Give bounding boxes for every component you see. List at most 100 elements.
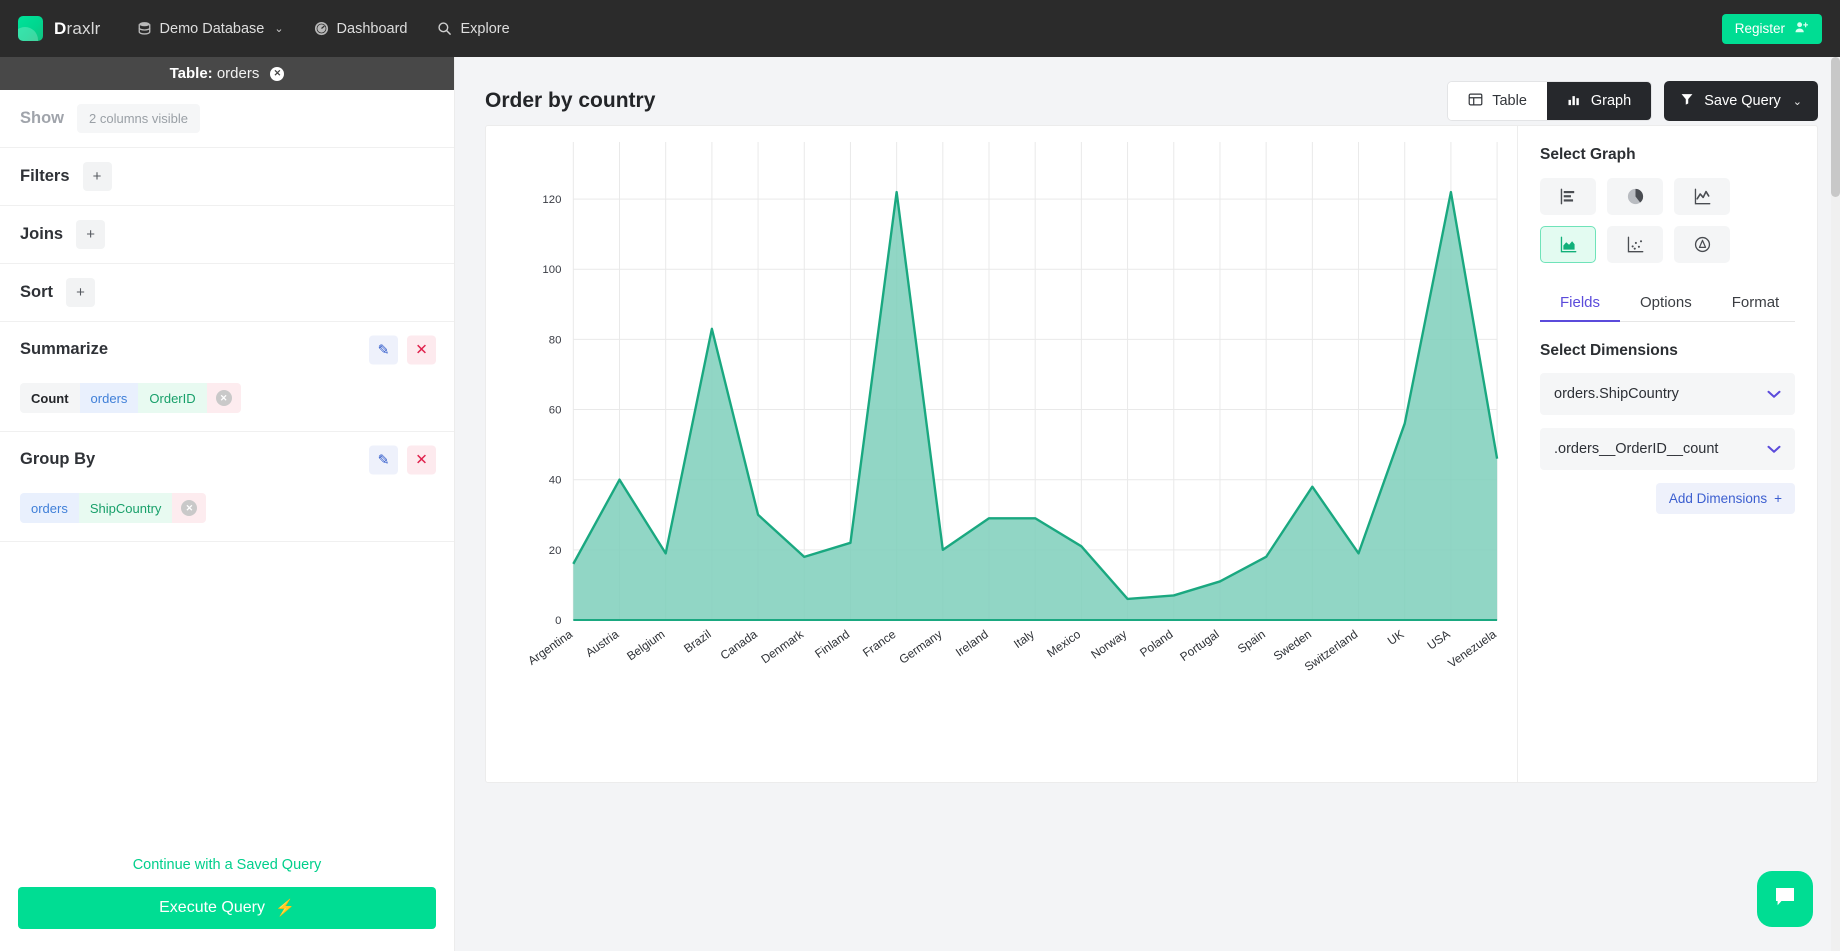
scrollbar-thumb[interactable] xyxy=(1831,57,1840,197)
app-root: Draxlr Demo Database ⌄ Dashboard Explore… xyxy=(0,0,1840,951)
svg-text:80: 80 xyxy=(549,334,562,346)
svg-text:USA: USA xyxy=(1425,627,1453,653)
tab-fields[interactable]: Fields xyxy=(1540,285,1621,322)
show-label: Show xyxy=(20,109,64,127)
radial-chart-icon[interactable] xyxy=(1674,226,1730,263)
dashboard-label: Dashboard xyxy=(336,20,408,37)
section-group-by: Group By ✎ ✕ xyxy=(0,432,454,487)
chat-widget-button[interactable] xyxy=(1757,871,1813,927)
summarize-actions: ✎ ✕ xyxy=(369,335,436,364)
database-selector[interactable]: Demo Database ⌄ xyxy=(137,21,284,37)
tab-format[interactable]: Format xyxy=(1712,285,1800,322)
main-content: Order by country Table Graph Save Query … xyxy=(455,57,1840,951)
dimension-1-value: orders.ShipCountry xyxy=(1554,386,1679,402)
nav-dashboard[interactable]: Dashboard xyxy=(314,20,408,37)
svg-text:Venezuela: Venezuela xyxy=(1445,627,1499,671)
execute-query-button[interactable]: Execute Query ⚡ xyxy=(18,887,436,929)
chevron-down-icon: ⌄ xyxy=(1792,95,1802,108)
database-label: Demo Database xyxy=(159,20,265,37)
edit-summarize-button[interactable]: ✎ xyxy=(369,335,398,364)
explore-label: Explore xyxy=(460,20,510,37)
dimension-select-2[interactable]: .orders__OrderID__count xyxy=(1540,428,1795,470)
svg-text:Denmark: Denmark xyxy=(758,627,806,666)
main-header-actions: Table Graph Save Query ⌄ xyxy=(1447,81,1818,121)
brand-name: Draxlr xyxy=(54,18,101,38)
group-by-label: Group By xyxy=(20,450,96,468)
svg-text:Portugal: Portugal xyxy=(1177,627,1221,664)
chat-bubble-icon xyxy=(1771,883,1799,916)
pie-chart-icon[interactable] xyxy=(1607,178,1663,215)
chevron-down-icon xyxy=(1767,442,1781,457)
bar-chart-icon xyxy=(1567,92,1582,111)
save-query-button[interactable]: Save Query ⌄ xyxy=(1664,81,1818,121)
register-button[interactable]: Register xyxy=(1721,13,1822,44)
continue-saved-query-link[interactable]: Continue with a Saved Query xyxy=(18,857,436,873)
draxlr-logo-icon xyxy=(18,16,43,41)
settings-tabs: Fields Options Format xyxy=(1540,285,1795,322)
chevron-down-icon: ⌄ xyxy=(274,23,284,35)
area-chart: 0 20 40 60 80 100 120 Argentina Austria Belgium Br… xyxy=(525,142,1499,674)
plus-icon: + xyxy=(1774,491,1782,506)
section-filters: Filters + xyxy=(0,148,454,206)
summarize-table: orders xyxy=(79,383,139,413)
area-chart-icon[interactable] xyxy=(1540,226,1596,263)
funnel-icon xyxy=(1680,92,1694,110)
view-table-button[interactable]: Table xyxy=(1448,82,1547,120)
page-title: Order by country xyxy=(485,89,656,112)
dimension-select-1[interactable]: orders.ShipCountry xyxy=(1540,373,1795,415)
svg-text:Italy: Italy xyxy=(1011,627,1037,651)
line-chart-icon[interactable] xyxy=(1674,178,1730,215)
filters-label: Filters xyxy=(20,167,70,185)
page-scrollbar[interactable] xyxy=(1831,57,1840,951)
view-graph-label: Graph xyxy=(1590,93,1632,109)
top-navigation-bar: Draxlr Demo Database ⌄ Dashboard Explore… xyxy=(0,0,1840,57)
database-icon xyxy=(137,21,152,36)
delete-summarize-button[interactable]: ✕ xyxy=(407,335,436,364)
sort-label: Sort xyxy=(20,283,53,301)
scatter-chart-icon[interactable] xyxy=(1607,226,1663,263)
nav-explore[interactable]: Explore xyxy=(437,20,510,37)
add-join-button[interactable]: + xyxy=(76,220,106,249)
summarize-column: OrderID xyxy=(138,383,207,413)
sidebar-sections: Show 2 columns visible Filters + Joins +… xyxy=(0,90,454,857)
chevron-down-icon xyxy=(1767,387,1781,402)
app-body: Table: orders ✕ Show 2 columns visible F… xyxy=(0,57,1840,951)
svg-text:Argentina: Argentina xyxy=(525,627,575,668)
remove-summarize-pill[interactable]: ✕ xyxy=(206,383,241,413)
main-header: Order by country Table Graph Save Query … xyxy=(485,77,1818,125)
result-panel: 0 20 40 60 80 100 120 Argentina Austria Belgium Br… xyxy=(485,125,1818,783)
add-dimensions-button[interactable]: Add Dimensions + xyxy=(1655,483,1795,514)
svg-text:UK: UK xyxy=(1385,627,1407,648)
svg-text:Ireland: Ireland xyxy=(953,627,991,660)
view-table-label: Table xyxy=(1492,93,1527,109)
svg-text:Spain: Spain xyxy=(1235,627,1268,656)
lightning-icon: ⚡ xyxy=(274,900,295,917)
svg-text:Austria: Austria xyxy=(583,627,622,660)
add-dimensions-label: Add Dimensions xyxy=(1668,491,1768,506)
section-joins: Joins + xyxy=(0,206,454,264)
close-icon: ✕ xyxy=(215,390,232,406)
graph-type-buttons xyxy=(1540,178,1795,263)
view-graph-button[interactable]: Graph xyxy=(1546,82,1652,120)
table-icon xyxy=(1468,92,1483,111)
svg-text:Norway: Norway xyxy=(1088,627,1129,662)
svg-text:Belgium: Belgium xyxy=(624,627,667,663)
register-label: Register xyxy=(1734,21,1785,36)
brand-logo-area[interactable]: Draxlr xyxy=(18,16,101,41)
add-sort-button[interactable]: + xyxy=(66,278,95,307)
remove-table-icon[interactable]: ✕ xyxy=(270,66,285,81)
edit-group-by-button[interactable]: ✎ xyxy=(369,445,398,474)
svg-text:100: 100 xyxy=(542,264,561,276)
svg-text:120: 120 xyxy=(542,194,561,206)
tab-options[interactable]: Options xyxy=(1620,285,1712,322)
add-filter-button[interactable]: + xyxy=(82,162,112,191)
group-by-pill: orders ShipCountry ✕ xyxy=(20,493,207,523)
view-toggle-group: Table Graph xyxy=(1447,81,1653,121)
remove-group-by-pill[interactable]: ✕ xyxy=(172,493,207,523)
columns-visible-value[interactable]: 2 columns visible xyxy=(77,104,200,133)
bar-chart-icon[interactable] xyxy=(1540,178,1596,215)
delete-group-by-button[interactable]: ✕ xyxy=(407,445,436,474)
select-graph-title: Select Graph xyxy=(1540,146,1636,163)
svg-text:Canada: Canada xyxy=(718,627,760,663)
summarize-pill-row: Count orders OrderID ✕ xyxy=(0,377,454,432)
